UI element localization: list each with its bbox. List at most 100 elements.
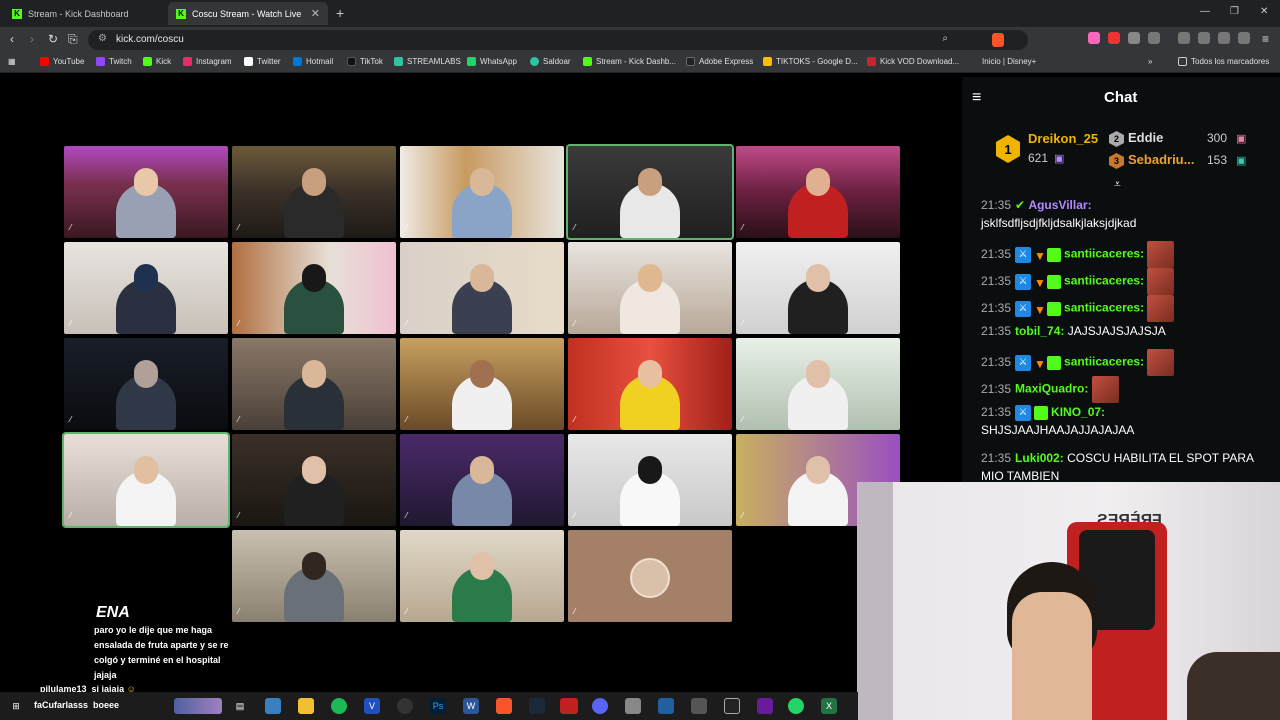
bookmark-adobe-express[interactable]: Adobe Express (686, 57, 753, 66)
video-tile: ⁄ (400, 338, 564, 430)
app-icon[interactable] (757, 698, 773, 714)
reload-icon[interactable]: ↻ (48, 32, 58, 46)
site-info-icon[interactable]: ⚙ (98, 33, 107, 44)
video-tile: ⁄ (400, 434, 564, 526)
bookmark-kick-vod[interactable]: Kick VOD Download... (867, 57, 959, 66)
apps-icon[interactable]: ▦ (8, 57, 16, 66)
app-icon[interactable] (265, 698, 281, 714)
photoshop-icon[interactable]: Ps (430, 698, 446, 714)
capcut-icon[interactable] (724, 698, 740, 714)
mic-off-icon: ⁄ (238, 415, 240, 424)
app-icon[interactable] (625, 698, 641, 714)
bookmark-twitch[interactable]: Twitch (96, 57, 132, 66)
stream-video[interactable]: ⁄ ⁄ ⁄ ⁄ ⁄ ⁄ ⁄ ⁄ ⁄ ⁄ ⁄ ⁄ ⁄ ⁄ ⁄ ⁄ ⁄ ⁄ ⁄ ⁄ … (0, 77, 962, 697)
vegas-icon[interactable]: V (364, 698, 380, 714)
chat-username[interactable]: santiicaceres: (1064, 247, 1144, 261)
chat-message: 21:35 Luki002: COSCU HABILITA EL SPOT PAR… (981, 451, 1254, 483)
wallet-icon[interactable] (1198, 32, 1210, 44)
mic-off-icon: ⁄ (238, 607, 240, 616)
windows-start-icon[interactable]: ⊞ (8, 698, 24, 714)
chat-username[interactable]: AgusVillar: (1028, 198, 1091, 212)
emote (1147, 268, 1175, 295)
new-tab-button[interactable]: + (336, 5, 344, 21)
bookmark-tiktok[interactable]: TikTok (347, 57, 383, 66)
kick-icon (143, 57, 152, 66)
vpn-icon[interactable] (1238, 32, 1250, 44)
url-bar[interactable]: ⚙ kick.com/coscu ⌕ (88, 30, 1028, 50)
expand-leaderboard-icon[interactable]: ⩡ (1114, 177, 1121, 192)
brave-shield-icon[interactable] (992, 33, 1004, 47)
chat-username[interactable]: santiicaceres: (1064, 274, 1144, 288)
chat-text: JAJSJAJSJAJSJA (1067, 324, 1166, 338)
excel-icon[interactable]: X (821, 698, 837, 714)
mic-off-icon: ⁄ (70, 319, 72, 328)
extensions-puzzle-icon[interactable] (1128, 32, 1140, 44)
video-tile: ⁄ (568, 338, 732, 430)
forward-icon[interactable]: › (30, 32, 34, 46)
tiktok-icon (347, 57, 356, 66)
close-window-button[interactable]: ✕ (1260, 6, 1268, 17)
obs-icon[interactable] (397, 698, 413, 714)
bookmark-kick[interactable]: Kick (143, 57, 171, 66)
bookmark-icon[interactable]: ⎘ (68, 32, 78, 47)
bookmarks-folder[interactable]: Todos los marcadores (1178, 57, 1269, 66)
bookmark-saldoar[interactable]: Saldoar (530, 57, 571, 66)
bookmark-disney[interactable]: Inicio | Disney+ (982, 57, 1036, 66)
mic-off-icon: ⁄ (742, 223, 744, 232)
app-icon[interactable] (560, 698, 578, 714)
rank-2-badge: 2 (1109, 131, 1124, 147)
extension-icon[interactable] (1108, 32, 1120, 44)
overlay-chat-line: faCufarlasss boeee (34, 700, 120, 710)
close-icon[interactable]: ✕ (311, 7, 320, 20)
bookmark-whatsapp[interactable]: WhatsApp (467, 57, 517, 66)
collapse-chat-icon[interactable]: ≡ (972, 89, 981, 107)
twitch-icon (96, 57, 105, 66)
chat-username[interactable]: santiicaceres: (1064, 301, 1144, 315)
bookmark-youtube[interactable]: YouTube (40, 57, 84, 66)
extension-icon[interactable] (1088, 32, 1100, 44)
zoom-icon[interactable]: ⌕ (942, 33, 948, 44)
mic-off-icon: ⁄ (70, 415, 72, 424)
back-icon[interactable]: ‹ (10, 32, 14, 46)
leo-icon[interactable] (1218, 32, 1230, 44)
bookmark-google-drive[interactable]: TIKTOKS - Google D... (763, 57, 858, 66)
bookmark-twitter[interactable]: Twitter (244, 57, 281, 66)
mic-off-icon: ⁄ (406, 511, 408, 520)
restore-button[interactable]: ❐ (1230, 6, 1239, 17)
media-icon[interactable] (1178, 32, 1190, 44)
app-icon[interactable] (658, 698, 674, 714)
leaderboard-count: 621 (1028, 151, 1049, 165)
brave-icon[interactable] (496, 698, 512, 714)
bookmark-instagram[interactable]: Instagram (183, 57, 232, 66)
discord-icon[interactable] (592, 698, 608, 714)
moderator-badge-icon: ⚔ (1015, 354, 1032, 371)
chat-username[interactable]: santiicaceres: (1064, 355, 1144, 369)
bookmark-hotmail[interactable]: Hotmail (293, 57, 333, 66)
menu-icon[interactable]: ≡ (1262, 32, 1269, 46)
sidebar-icon[interactable] (1148, 32, 1160, 44)
more-bookmarks-icon[interactable]: » (1148, 57, 1152, 66)
bookmark-kick-dashboard[interactable]: Stream - Kick Dashb... (583, 57, 676, 66)
app-icon[interactable] (691, 698, 707, 714)
chat-username[interactable]: Luki002: (1015, 451, 1064, 465)
chat-username[interactable]: KINO_07: (1051, 405, 1105, 419)
minimize-button[interactable]: — (1200, 6, 1210, 17)
chat-message: 21:35 ⚔ ▼ santiicaceres: (981, 349, 1271, 376)
subscriber-badge-icon (1047, 355, 1062, 370)
moderator-badge-icon: ⚔ (1015, 300, 1032, 317)
bookmark-streamlabs[interactable]: STREAMLABS (394, 57, 461, 66)
mic-off-icon: ⁄ (406, 319, 408, 328)
streamlabs-icon (394, 57, 403, 66)
task-view-icon[interactable]: ▤ (232, 698, 248, 714)
steam-icon[interactable] (529, 698, 545, 714)
whatsapp-icon[interactable] (788, 698, 804, 714)
tab-kick-dashboard[interactable]: K Stream - Kick Dashboard (4, 2, 166, 25)
word-icon[interactable]: W (463, 698, 479, 714)
weather-widget-icon[interactable] (174, 698, 222, 714)
chat-username[interactable]: MaxiQuadro: (1015, 382, 1088, 396)
spotify-icon[interactable] (331, 698, 347, 714)
tab-coscu-stream[interactable]: K Coscu Stream - Watch Live on Kick ✕ (168, 2, 328, 25)
video-tile: ⁄ (736, 242, 900, 334)
chat-username[interactable]: tobil_74: (1015, 324, 1064, 338)
file-explorer-icon[interactable] (298, 698, 314, 714)
